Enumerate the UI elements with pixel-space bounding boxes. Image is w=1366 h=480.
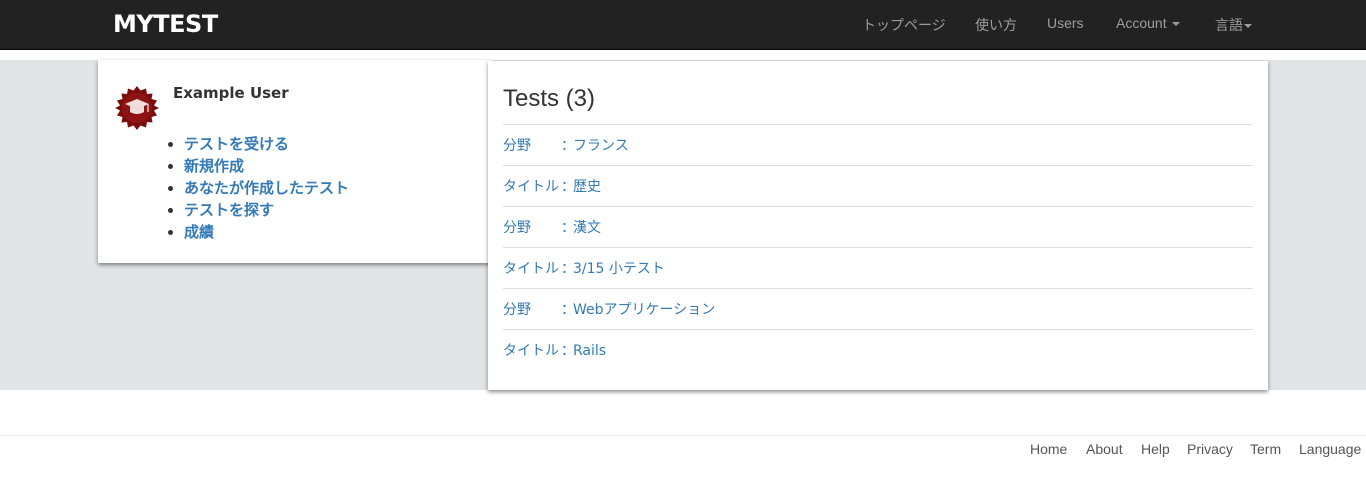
footer-link-privacy[interactable]: Privacy xyxy=(1187,441,1233,457)
nav-language-label: 言語 xyxy=(1215,17,1243,33)
user-menu: テストを受ける 新規作成 あなたが作成したテスト テストを探す 成績 xyxy=(184,133,349,243)
test-row-value: 3/15 小テスト xyxy=(573,261,665,277)
test-row-value: Webアプリケーション xyxy=(573,302,716,318)
footer-link-help[interactable]: Help xyxy=(1141,441,1170,457)
test-row-label: 分野 xyxy=(503,138,531,154)
menu-item-results: 成績 xyxy=(184,221,349,243)
test-row-label: タイトル xyxy=(503,343,559,359)
menu-item-create-new: 新規作成 xyxy=(184,155,349,177)
test-row[interactable]: タイトル ：歴史 xyxy=(503,165,1253,206)
menu-link-find-tests[interactable]: テストを探す xyxy=(184,201,274,219)
brand-logo[interactable]: MYTEST xyxy=(113,10,218,38)
test-row-value: Rails xyxy=(573,343,607,359)
menu-item-my-tests: あなたが作成したテスト xyxy=(184,177,349,199)
footer-divider xyxy=(0,435,1366,436)
menu-link-my-tests[interactable]: あなたが作成したテスト xyxy=(184,179,349,197)
test-row-separator: ： xyxy=(561,261,575,277)
test-row[interactable]: 分野 ：Webアプリケーション xyxy=(503,288,1253,329)
tests-panel: Tests (3) 分野 ：フランス タイトル ：歴史 分野 ：漢文 タイトル ：3/1… xyxy=(488,61,1268,390)
nav-language-dropdown[interactable]: 言語 xyxy=(1215,15,1252,35)
test-row[interactable]: タイトル ：Rails xyxy=(503,329,1253,370)
footer-link-language[interactable]: Language xyxy=(1299,441,1361,457)
test-row-separator: ： xyxy=(561,179,575,195)
test-row[interactable]: タイトル ：3/15 小テスト xyxy=(503,247,1253,288)
user-name: Example User xyxy=(173,84,289,102)
chevron-down-icon xyxy=(1171,22,1180,27)
test-row[interactable]: 分野 ：フランス xyxy=(503,124,1253,165)
test-row-label: 分野 xyxy=(503,302,531,318)
nav-account-dropdown[interactable]: Account xyxy=(1116,15,1180,31)
menu-link-take-test[interactable]: テストを受ける xyxy=(184,135,289,153)
top-navbar: MYTEST トップページ 使い方 Users Account 言語 xyxy=(0,0,1366,50)
test-row-value: 漢文 xyxy=(573,220,601,236)
test-row-separator: ： xyxy=(561,302,575,318)
footer-link-term[interactable]: Term xyxy=(1250,441,1281,457)
nav-account-label: Account xyxy=(1116,15,1167,31)
test-row-label: タイトル xyxy=(503,179,559,195)
graduation-cap-icon xyxy=(115,86,159,130)
footer-link-about[interactable]: About xyxy=(1086,441,1123,457)
nav-how-to-use[interactable]: 使い方 xyxy=(975,15,1017,35)
nav-top-page[interactable]: トップページ xyxy=(862,15,946,35)
test-row-separator: ： xyxy=(561,343,575,359)
test-row-separator: ： xyxy=(561,220,575,236)
menu-link-create-new[interactable]: 新規作成 xyxy=(184,157,244,175)
user-info-card: Example User テストを受ける 新規作成 あなたが作成したテスト テス… xyxy=(98,60,492,263)
test-row-label: タイトル xyxy=(503,261,559,277)
tests-list: 分野 ：フランス タイトル ：歴史 分野 ：漢文 タイトル ：3/15 小テスト 分野：… xyxy=(503,124,1253,370)
chevron-down-icon xyxy=(1244,24,1252,29)
menu-item-take-test: テストを受ける xyxy=(184,133,349,155)
test-row-label: 分野 xyxy=(503,220,531,236)
footer-link-home[interactable]: Home xyxy=(1030,441,1067,457)
test-row-value: 歴史 xyxy=(573,179,601,195)
nav-users[interactable]: Users xyxy=(1047,15,1084,31)
tests-heading: Tests (3) xyxy=(503,85,596,112)
test-row-value: フランス xyxy=(573,138,629,154)
test-row[interactable]: 分野 ：漢文 xyxy=(503,206,1253,247)
menu-item-find-tests: テストを探す xyxy=(184,199,349,221)
test-row-separator: ： xyxy=(561,138,575,154)
menu-link-results[interactable]: 成績 xyxy=(184,223,214,241)
